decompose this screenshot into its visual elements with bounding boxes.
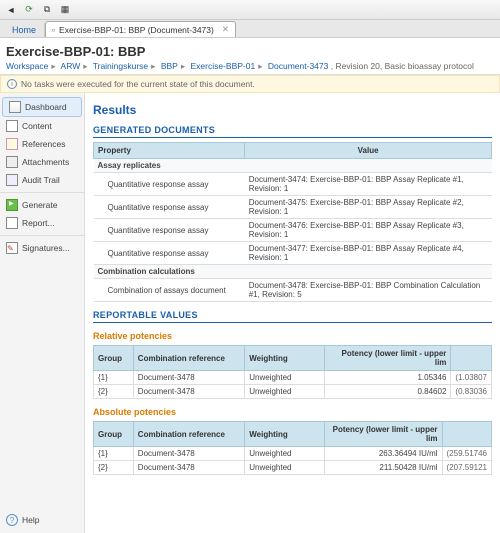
sidebar-item-content[interactable]: Content	[0, 117, 84, 135]
row-qra: Quantitative response assay	[94, 219, 245, 242]
reportable-heading: REPORTABLE VALUES	[93, 310, 492, 323]
col-wt: Weighting	[245, 346, 325, 371]
tab-label: Exercise-BBP-01: BBP (Document-3473)	[59, 25, 214, 35]
close-icon[interactable]: ✕	[222, 24, 229, 35]
sidebar-item-attachments[interactable]: Attachments	[0, 153, 84, 171]
col-ref: Combination reference	[133, 346, 244, 371]
relative-heading: Relative potencies	[93, 331, 492, 341]
sidebar-item-report[interactable]: Report...	[0, 214, 84, 232]
row-combdoc: Combination of assays document	[94, 279, 245, 302]
col-group: Group	[94, 346, 134, 371]
signature-icon	[6, 242, 18, 254]
sidebar-item-generate[interactable]: Generate	[0, 196, 84, 214]
crumb[interactable]: ARW	[61, 61, 81, 71]
generated-table: PropertyValue Assay replicates Quantitat…	[93, 142, 492, 302]
crumb[interactable]: BBP	[161, 61, 178, 71]
sidebar-label: Audit Trail	[22, 175, 60, 185]
row-qra: Quantitative response assay	[94, 242, 245, 265]
audit-icon	[6, 174, 18, 186]
crumb[interactable]: Workspace	[6, 61, 48, 71]
sidebar-item-audit[interactable]: Audit Trail	[0, 171, 84, 189]
crumb[interactable]: Trainingskurse	[93, 61, 148, 71]
crumb[interactable]: Document-3473	[268, 61, 328, 71]
sidebar-label: Help	[22, 515, 39, 525]
sidebar-label: Content	[22, 121, 52, 131]
col-value: Value	[245, 143, 492, 159]
sidebar-label: Generate	[22, 200, 57, 210]
attachments-icon	[6, 156, 18, 168]
col-wt: Weighting	[245, 422, 325, 447]
doc-icon: ▫	[52, 25, 55, 35]
content-pane: Results GENERATED DOCUMENTS PropertyValu…	[85, 93, 500, 533]
row-qra-val: Document-3477: Exercise-BBP-01: BBP Assa…	[245, 242, 492, 265]
sidebar-label: Dashboard	[25, 102, 67, 112]
row-combdoc-val: Document-3478: Exercise-BBP-01: BBP Comb…	[245, 279, 492, 302]
refresh-icon[interactable]: ⟳	[22, 3, 36, 17]
row-qra: Quantitative response assay	[94, 173, 245, 196]
page-title: Exercise-BBP-01: BBP	[6, 44, 494, 59]
copy-icon[interactable]: ⧉	[40, 3, 54, 17]
references-icon	[6, 138, 18, 150]
generate-icon	[6, 199, 18, 211]
revision-label: , Revision 20, Basic bioassay protocol	[331, 61, 474, 71]
help-icon: ?	[6, 514, 18, 526]
col-pot: Potency (lower limit - upper lim	[324, 346, 451, 371]
report-icon	[6, 217, 18, 229]
row-assay-group: Assay replicates	[94, 159, 492, 173]
row-qra-val: Document-3476: Exercise-BBP-01: BBP Assa…	[245, 219, 492, 242]
tab-bar: Home ▫ Exercise-BBP-01: BBP (Document-34…	[0, 20, 500, 38]
info-msg: No tasks were executed for the current s…	[21, 79, 255, 89]
absolute-heading: Absolute potencies	[93, 407, 492, 417]
dashboard-icon	[9, 101, 21, 113]
app-toolbar: ◄ ⟳ ⧉ ▦	[0, 0, 500, 20]
tab-home[interactable]: Home	[4, 23, 45, 37]
generated-heading: GENERATED DOCUMENTS	[93, 125, 492, 138]
info-bar: i No tasks were executed for the current…	[0, 75, 500, 93]
relative-table: Group Combination reference Weighting Po…	[93, 345, 492, 399]
sidebar: Dashboard Content References Attachments…	[0, 93, 85, 533]
breadcrumb: Workspace▸ ARW▸ Trainingskurse▸ BBP▸ Exe…	[6, 61, 494, 72]
col-pot: Potency (lower limit - upper lim	[324, 422, 442, 447]
col-property: Property	[94, 143, 245, 159]
table-row: {1}Document-3478Unweighted1.05346(1.0380…	[94, 371, 492, 385]
col-group: Group	[94, 422, 134, 447]
sidebar-label: Attachments	[22, 157, 69, 167]
row-qra: Quantitative response assay	[94, 196, 245, 219]
section-title: Results	[93, 103, 492, 117]
sidebar-label: Report...	[22, 218, 55, 228]
table-row: {1}Document-3478Unweighted263.36494 IU/m…	[94, 447, 492, 461]
doc-header: Exercise-BBP-01: BBP Workspace▸ ARW▸ Tra…	[0, 38, 500, 75]
content-icon	[6, 120, 18, 132]
table-row: {2}Document-3478Unweighted211.50428 IU/m…	[94, 461, 492, 475]
sidebar-item-dashboard[interactable]: Dashboard	[2, 97, 82, 117]
sidebar-item-references[interactable]: References	[0, 135, 84, 153]
grid-icon[interactable]: ▦	[58, 3, 72, 17]
sidebar-label: Signatures...	[22, 243, 70, 253]
row-comb-group: Combination calculations	[94, 265, 492, 279]
info-icon: i	[7, 79, 17, 89]
crumb[interactable]: Exercise-BBP-01	[191, 61, 256, 71]
tab-document[interactable]: ▫ Exercise-BBP-01: BBP (Document-3473) ✕	[45, 21, 236, 37]
row-qra-val: Document-3474: Exercise-BBP-01: BBP Assa…	[245, 173, 492, 196]
sidebar-item-help[interactable]: ? Help	[0, 511, 84, 529]
sidebar-item-signatures[interactable]: Signatures...	[0, 239, 84, 257]
table-row: {2}Document-3478Unweighted0.84602(0.8303…	[94, 385, 492, 399]
col-ref: Combination reference	[133, 422, 244, 447]
row-qra-val: Document-3475: Exercise-BBP-01: BBP Assa…	[245, 196, 492, 219]
back-icon[interactable]: ◄	[4, 3, 18, 17]
absolute-table: Group Combination reference Weighting Po…	[93, 421, 492, 475]
sidebar-label: References	[22, 139, 65, 149]
